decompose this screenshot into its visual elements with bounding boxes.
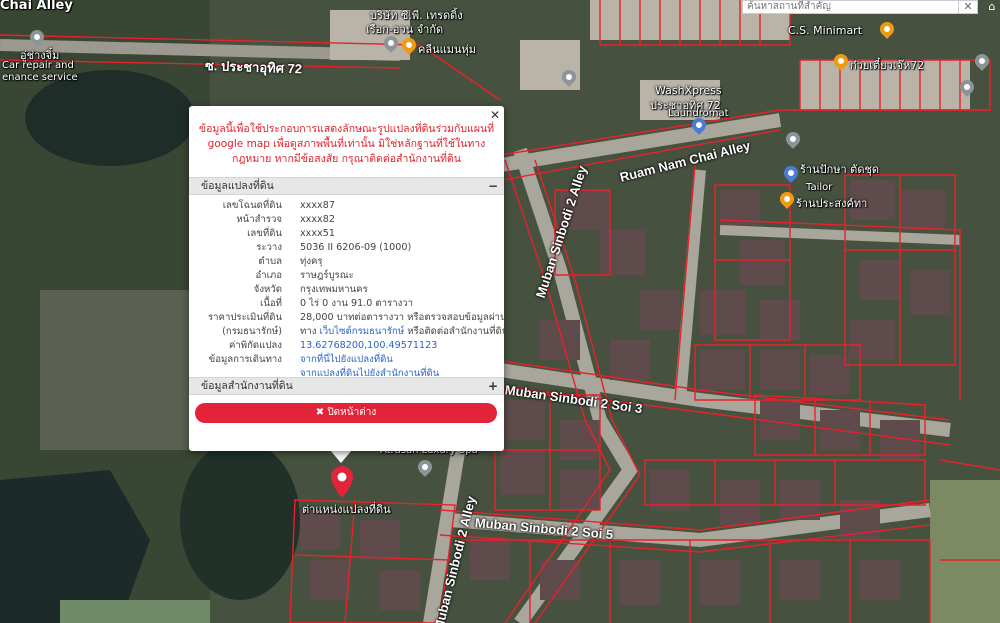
table-row: เนื้อที่ 0 ไร่ 0 งาน 91.0 ตารางวา (189, 297, 504, 311)
close-icon[interactable]: ✕ (490, 108, 500, 122)
row-value: ทาง เว็บไซต์กรมธนารักษ์ หรือติดต่อสำนักง… (300, 325, 508, 339)
row-value: xxxx82 (300, 214, 335, 225)
section-title: ข้อมูลสำนักงานที่ดิน (201, 380, 293, 392)
table-row: ข้อมูลการเดินทาง จากที่นี่ไปยังแปลงที่ดิน (189, 353, 504, 367)
row-value: 5036 II 6206-09 (1000) (300, 242, 412, 253)
row-key: ค่าพิกัดแปลง (228, 340, 282, 351)
search-input[interactable]: ค้นหาสถานที่สำคัญ (742, 0, 978, 14)
section-header-land-office[interactable]: ข้อมูลสำนักงานที่ดิน + (189, 377, 504, 395)
expand-icon[interactable]: + (488, 378, 498, 395)
section-header-parcel[interactable]: ข้อมูลแปลงที่ดิน − (189, 177, 504, 195)
disclaimer-notice: ข้อมูลนี้เพื่อใช้ประกอบการแสดงลักษณะรูปแ… (198, 123, 495, 165)
road-label: ซ. ประชาอุทิศ 72 (204, 58, 303, 77)
parcel-info-popup: ✕ ข้อมูลนี้เพื่อใช้ประกอบการแสดงลักษณะรู… (189, 106, 508, 451)
row-key: อำเภอ (255, 270, 282, 281)
row-key: หน้าสำรวจ (236, 214, 282, 225)
row-value: ทุ่งครุ (300, 256, 323, 267)
close-window-button[interactable]: ✖ ปิดหน้าต่าง (195, 403, 497, 423)
table-row: หน้าสำรวจ xxxx82 (189, 213, 504, 227)
row-value: กรุงเทพมหานคร (300, 284, 368, 295)
table-row: เลขโฉนดที่ดิน xxxx87 (189, 199, 504, 213)
table-row: ตำบล ทุ่งครุ (189, 255, 504, 269)
table-row: ราคาประเมินที่ดิน 28,000 บาทต่อตารางวา หร… (189, 311, 507, 325)
place-label: ก๋วยเตี๋ยวเจ๊ห72 (850, 59, 925, 72)
row-value: xxxx87 (300, 200, 335, 211)
row-value-prefix: ทาง (300, 326, 320, 337)
place-label: Tailor (806, 182, 833, 193)
row-key: ข้อมูลการเดินทาง (208, 354, 282, 365)
popup-tip (330, 450, 352, 463)
place-label: Car repair and (2, 60, 74, 71)
row-key: เลขที่ดิน (247, 228, 282, 239)
row-value: 28,000 บาทต่อตารางวา หรือตรวจสอบข้อมูลผ่… (300, 312, 507, 323)
row-value-suffix: หรือติดต่อสำนักงานที่ดิน (404, 326, 509, 337)
table-row: จังหวัด กรุงเทพมหานคร (189, 283, 504, 297)
parcel-info-table: เลขโฉนดที่ดิน xxxx87 หน้าสำรวจ xxxx82 เลขท… (189, 199, 508, 381)
row-key: ระวาง (256, 242, 282, 253)
table-row: อำเภอ ราษฎร์บูรณะ (189, 269, 504, 283)
row-key: เลขโฉนดที่ดิน (222, 200, 282, 211)
table-row: ระวาง 5036 II 6206-09 (1000) (189, 241, 504, 255)
row-key: (กรมธนารักษ์) (222, 326, 282, 337)
row-value: xxxx51 (300, 228, 335, 239)
home-icon[interactable]: ⌂ (984, 0, 1000, 14)
place-label: Chai Alley (0, 0, 73, 13)
row-value: 0 ไร่ 0 งาน 91.0 ตารางวา (300, 298, 414, 309)
table-row: ค่าพิกัดแปลง 13.62768200,100.49571123 (189, 339, 504, 353)
place-label: คลีนแมนหุ่ม (418, 43, 476, 56)
close-icon[interactable]: ✕ (958, 0, 978, 14)
row-key: จังหวัด (253, 284, 282, 295)
treasury-website-link[interactable]: เว็บไซต์กรมธนารักษ์ (319, 326, 404, 337)
place-label: C.S. Minimart (788, 24, 863, 37)
section-title: ข้อมูลแปลงที่ดิน (201, 180, 274, 192)
parcel-location-label: ต่าแหน่งแปลงที่ดิน (302, 503, 391, 516)
place-label: ร้านปักษา ตัดชุด (800, 163, 880, 176)
table-row: (กรมธนารักษ์) ทาง เว็บไซต์กรมธนารักษ์ หรื… (189, 325, 508, 339)
table-row: เลขที่ดิน xxxx51 (189, 227, 504, 241)
row-key: เนื้อที่ (260, 298, 282, 309)
row-value: ราษฎร์บูรณะ (300, 270, 354, 281)
place-label: ร้านประสงค์ทา (796, 197, 868, 210)
directions-to-parcel-link[interactable]: จากที่นี่ไปยังแปลงที่ดิน (300, 353, 393, 367)
collapse-icon[interactable]: − (488, 178, 498, 195)
place-label: เรือก-อวน จำกัด (366, 23, 444, 36)
row-key: ตำบล (258, 256, 282, 267)
coordinates-link[interactable]: 13.62768200,100.49571123 (300, 339, 437, 353)
row-key: ราคาประเมินที่ดิน (207, 312, 282, 323)
place-label: enance service (2, 72, 78, 83)
map-marker-icon[interactable] (331, 466, 353, 498)
